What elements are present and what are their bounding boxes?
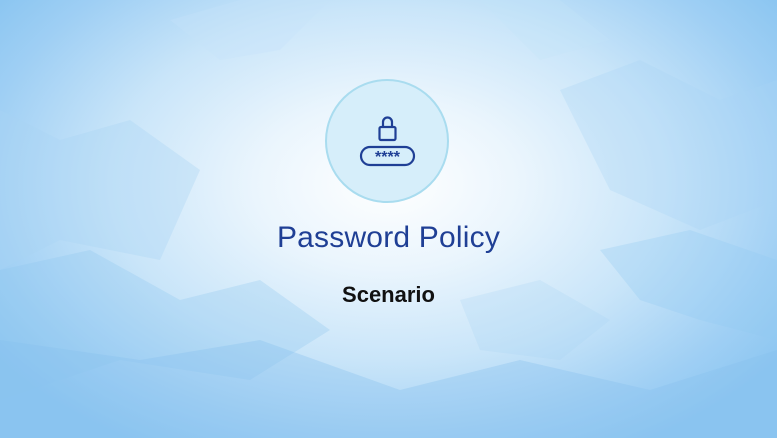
password-mask: **** xyxy=(375,149,401,166)
lock-shackle xyxy=(381,116,394,127)
lock-body xyxy=(378,125,397,142)
lock-badge: **** xyxy=(325,79,449,203)
slide-title: Password Policy xyxy=(276,221,501,254)
lock-password-icon: **** xyxy=(359,116,416,167)
background-waves xyxy=(0,0,777,438)
intro-slide: **** Password Policy Scenario xyxy=(0,0,777,438)
slide-subtitle: Scenario xyxy=(342,282,435,307)
